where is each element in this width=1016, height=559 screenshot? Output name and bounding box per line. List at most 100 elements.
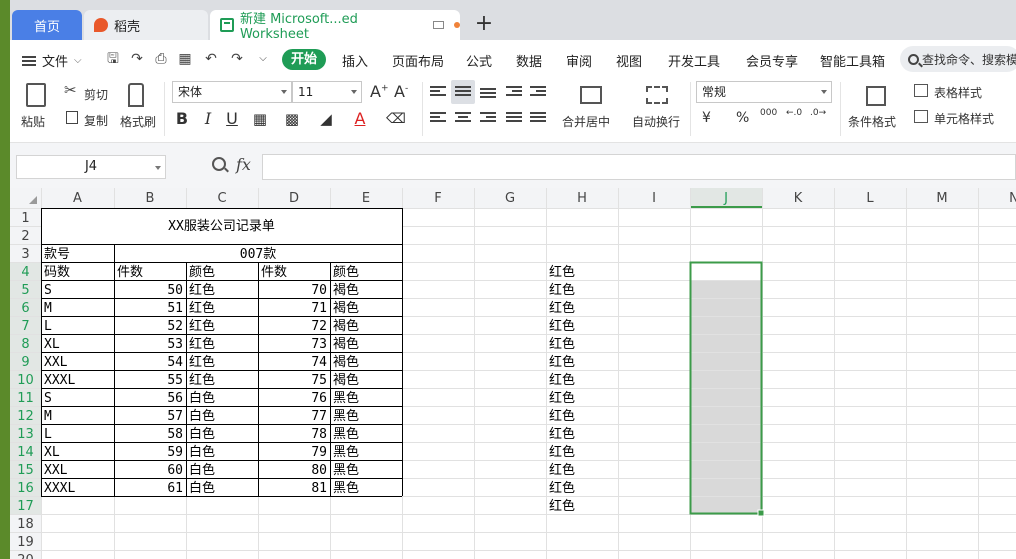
wrap-text-button[interactable]: 自动换行: [630, 80, 686, 134]
currency-button[interactable]: ¥: [702, 110, 711, 126]
redo-icon[interactable]: ↷: [228, 50, 246, 68]
name-box[interactable]: J4: [16, 155, 166, 179]
print-preview-icon[interactable]: ▦: [176, 50, 194, 68]
column-header-H[interactable]: H: [577, 191, 587, 206]
row-header-15[interactable]: 15: [17, 463, 34, 478]
justify-icon[interactable]: [506, 112, 522, 126]
fill-handle[interactable]: [757, 509, 765, 517]
column-header-K[interactable]: K: [794, 191, 803, 206]
column-header-E[interactable]: E: [362, 191, 370, 206]
fill-color-icon[interactable]: ◢: [316, 108, 336, 130]
menu-review[interactable]: 审阅: [566, 51, 592, 70]
row-header-19[interactable]: 19: [17, 535, 34, 550]
increase-decimal-icon[interactable]: ←.0: [786, 108, 802, 118]
command-search[interactable]: 查找命令、搜索模板: [900, 46, 1016, 72]
cell-style-button[interactable]: 单元格样式: [914, 108, 1014, 128]
column-header-F[interactable]: F: [434, 191, 441, 206]
font-name-select[interactable]: 宋体: [172, 81, 292, 103]
outdent-icon[interactable]: [506, 86, 522, 100]
undo-icon[interactable]: ↶: [202, 50, 220, 68]
row-header-6[interactable]: 6: [21, 301, 29, 316]
row-header-13[interactable]: 13: [17, 427, 34, 442]
row-header-2[interactable]: 2: [21, 229, 29, 244]
row-header-1[interactable]: 1: [21, 211, 29, 226]
find-icon[interactable]: [212, 157, 226, 171]
align-middle-button[interactable]: [451, 80, 475, 104]
distributed-icon[interactable]: [530, 112, 546, 126]
underline-button[interactable]: U: [222, 108, 242, 130]
menu-page-layout[interactable]: 页面布局: [392, 51, 444, 70]
row-header-5[interactable]: 5: [21, 283, 29, 298]
row-header-14[interactable]: 14: [17, 445, 34, 460]
align-top-icon[interactable]: [430, 86, 446, 100]
font-size-select[interactable]: 11: [292, 81, 362, 103]
menu-data[interactable]: 数据: [516, 51, 542, 70]
copy-button[interactable]: 复制: [64, 109, 114, 129]
insert-function-icon[interactable]: fx: [236, 155, 251, 174]
bold-button[interactable]: B: [172, 108, 192, 130]
thousands-separator-button[interactable]: 000: [760, 108, 777, 118]
column-header-B[interactable]: B: [146, 191, 155, 206]
table-style-button[interactable]: 表格样式: [914, 82, 1014, 102]
row-header-7[interactable]: 7: [21, 319, 29, 334]
row-header-9[interactable]: 9: [21, 355, 29, 370]
menu-file[interactable]: 文件 ⌵: [22, 51, 82, 70]
cell-fill-pattern-icon[interactable]: ▩: [282, 108, 302, 130]
clear-format-icon[interactable]: ⌫: [386, 108, 406, 130]
decrease-decimal-icon[interactable]: .0→: [810, 108, 826, 118]
column-header-N[interactable]: N: [1009, 191, 1016, 206]
format-painter-button[interactable]: 格式刷: [118, 80, 158, 134]
row-header-20[interactable]: 20: [17, 553, 34, 559]
menu-member[interactable]: 会员专享: [746, 51, 798, 70]
percent-button[interactable]: %: [736, 110, 749, 126]
grid-canvas[interactable]: A B C D E F G H I J K L M N12345678910111213141516171…: [10, 188, 1016, 559]
row-header-4[interactable]: 4: [21, 265, 29, 280]
export-icon[interactable]: ↷: [128, 50, 146, 68]
column-header-C[interactable]: C: [217, 191, 226, 206]
menu-view[interactable]: 视图: [616, 51, 642, 70]
quick-access-dropdown-icon[interactable]: ⌵: [254, 50, 272, 68]
tab-home[interactable]: 首页: [12, 10, 82, 40]
cut-button[interactable]: ✂ 剪切: [64, 81, 114, 103]
align-bottom-icon[interactable]: [480, 88, 496, 102]
row-header-11[interactable]: 11: [17, 391, 34, 406]
row-header-10[interactable]: 10: [17, 373, 34, 388]
save-icon[interactable]: 🖫: [104, 50, 122, 68]
tab-document[interactable]: 新建 Microsoft...ed Worksheet: [210, 10, 460, 42]
menu-developer[interactable]: 开发工具: [668, 51, 720, 70]
row-header-8[interactable]: 8: [21, 337, 29, 352]
number-format-select[interactable]: 常规: [696, 81, 832, 103]
align-right-icon[interactable]: [480, 112, 496, 126]
paste-button[interactable]: 粘贴: [18, 80, 54, 134]
row-header-12[interactable]: 12: [17, 409, 34, 424]
column-header-A[interactable]: A: [73, 191, 82, 206]
print-icon[interactable]: ⎙: [152, 50, 170, 68]
italic-button[interactable]: I: [198, 108, 218, 130]
menu-start[interactable]: 开始: [282, 49, 326, 70]
new-tab-button[interactable]: +: [470, 12, 498, 38]
border-icon[interactable]: ▦: [250, 108, 270, 130]
unsaved-dot-icon[interactable]: [454, 22, 460, 28]
row-header-3[interactable]: 3: [21, 247, 29, 262]
decrease-font-icon[interactable]: A-: [394, 82, 408, 101]
row-header-18[interactable]: 18: [17, 517, 34, 532]
column-header-G[interactable]: G: [505, 191, 515, 206]
column-header-I[interactable]: I: [652, 191, 656, 206]
menu-insert[interactable]: 插入: [342, 51, 368, 70]
column-header-D[interactable]: D: [289, 191, 299, 206]
conditional-format-button[interactable]: 条件格式: [846, 80, 908, 134]
column-header-J[interactable]: J: [723, 191, 728, 206]
column-header-L[interactable]: L: [866, 191, 874, 206]
column-header-M[interactable]: M: [936, 191, 947, 206]
align-center-icon[interactable]: [455, 112, 471, 126]
align-left-icon[interactable]: [430, 112, 446, 126]
font-color-icon[interactable]: A: [350, 108, 370, 130]
merge-center-button[interactable]: 合并居中: [558, 80, 624, 134]
row-header-16[interactable]: 16: [17, 481, 34, 496]
row-header-17[interactable]: 17: [17, 499, 34, 514]
tab-daoke[interactable]: 稻壳: [84, 10, 208, 40]
menu-smart-tools[interactable]: 智能工具箱: [820, 51, 885, 70]
increase-font-icon[interactable]: A+: [370, 82, 389, 101]
formula-input[interactable]: [262, 154, 1016, 180]
indent-icon[interactable]: [530, 86, 546, 100]
